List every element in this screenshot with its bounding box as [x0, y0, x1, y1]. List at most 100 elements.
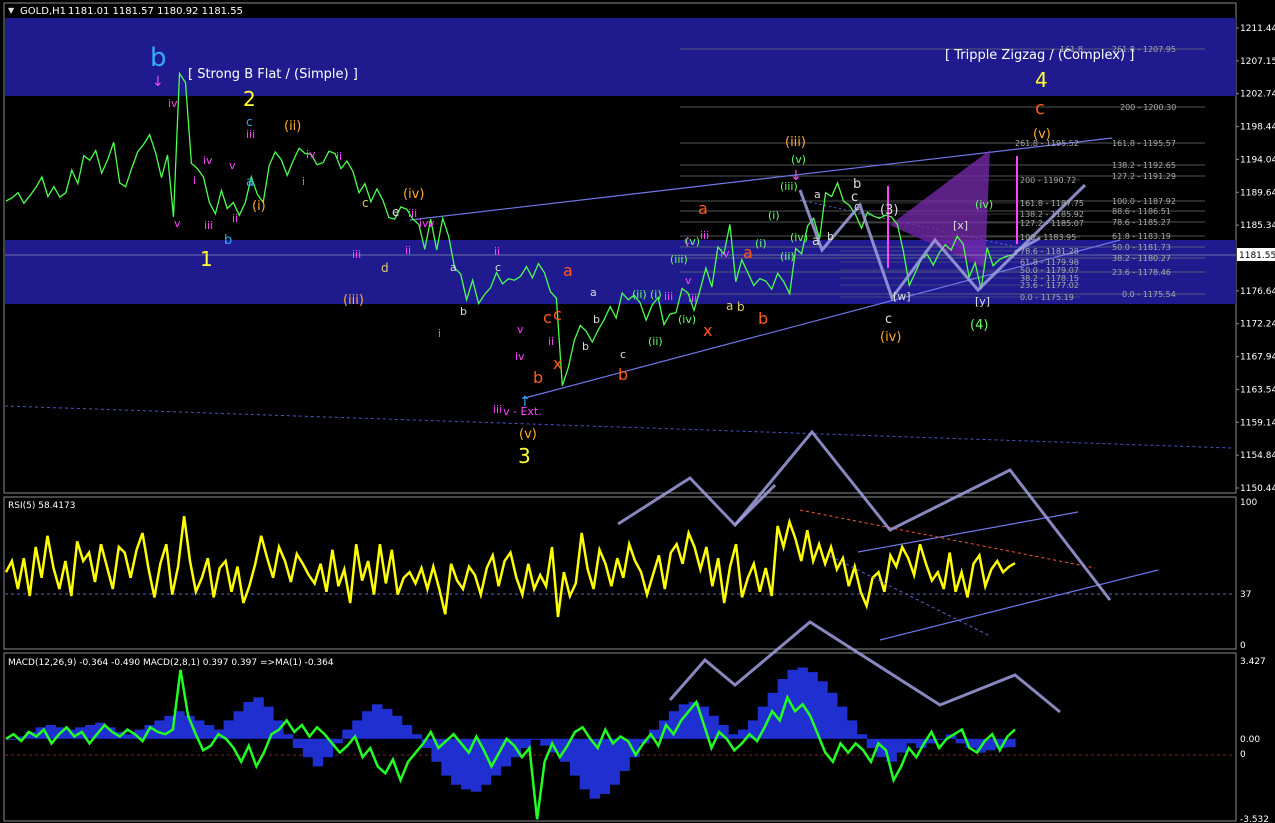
wave-label: (v): [791, 153, 806, 166]
price-tick-label: 1163.54: [1240, 385, 1275, 395]
b-arrow-icon: ↓: [152, 74, 164, 90]
dropdown-icon[interactable]: ▼: [8, 6, 15, 15]
fib-label: 200 - 1200.30: [1120, 103, 1176, 112]
rsi-channel: [799, 509, 1159, 641]
wave-label: c: [620, 348, 626, 361]
wave-label: (iv): [403, 187, 424, 202]
wave-label: ii: [336, 150, 342, 163]
macd-histogram-bar: [579, 738, 591, 790]
macd-label: MACD(12,26,9) -0.364 -0.490 MACD(2,8,1) …: [8, 658, 334, 668]
triple-zigzag-annotation: [ Tripple Zigzag / (Complex) ]: [945, 48, 1134, 63]
upper-channel-line: [409, 137, 1113, 221]
price-tick-label: 1154.84: [1240, 451, 1275, 461]
macd-histogram-bar: [381, 708, 393, 739]
price-tick-label: 1189.64: [1240, 188, 1275, 198]
wave-label: c: [543, 308, 552, 327]
wave-label: a: [450, 261, 457, 274]
wave-label: [x]: [953, 219, 968, 232]
wave-label: (3): [880, 203, 898, 218]
macd-histogram-bar: [302, 738, 314, 758]
current-price-label: 1181.55: [1239, 251, 1275, 261]
wave-label: iv: [306, 148, 316, 161]
price-tick-label: 1159.14: [1240, 418, 1275, 428]
fib-label: 138.2 - 1192.65: [1112, 161, 1176, 170]
wave-label: x: [703, 321, 712, 340]
wave-label: (i): [252, 199, 266, 214]
wave-label: (iv): [880, 330, 901, 345]
price-tick-label: 1198.44: [1240, 123, 1275, 133]
macd-histogram-bar: [817, 681, 828, 739]
wave-label: iii: [664, 290, 673, 303]
wave-label: a: [726, 299, 733, 313]
macd-histogram-bar: [362, 711, 373, 739]
macd-histogram-bar: [203, 725, 215, 739]
wave-label: v: [428, 217, 435, 230]
rsi-line: [4, 516, 1016, 618]
fib-label: 200 - 1190.72: [1020, 176, 1076, 185]
fib-label: 138.2 - 1185.92: [1020, 210, 1084, 219]
macd-histogram-bar: [253, 697, 264, 739]
wave-label: v: [174, 217, 181, 230]
strong-b-flat-annotation: [ Strong B Flat / (Simple) ]: [188, 67, 358, 82]
wave-label: d: [381, 261, 389, 275]
fib-label: 161.8 - 1195.57: [1112, 139, 1176, 148]
wave-label: (iii): [785, 135, 806, 150]
chart-canvas: 1211.44 1207.15 1202.74 1198.44 1194.04 1189.…: [3, 2, 1275, 823]
wave-label: iii: [352, 248, 361, 261]
macd-histogram-bar: [836, 706, 848, 739]
scenario-path-rsi: [617, 429, 1112, 601]
wave-label: (ii): [284, 119, 301, 134]
fib-label: 88.6 - 1186.51: [1112, 207, 1171, 216]
fib-label: 50.0 - 1181.73: [1112, 243, 1171, 252]
macd-histogram-bar: [787, 669, 798, 739]
scenario-path-macd: [668, 620, 1061, 714]
fib-label: 100 - 1183.95: [1020, 233, 1076, 242]
wave-label: x: [553, 354, 562, 373]
wave-label: i: [438, 327, 441, 340]
macd-histogram-bar: [283, 734, 294, 739]
fib-label: 23.6 - 1178.46: [1112, 268, 1171, 277]
wave-label: e: [392, 205, 399, 219]
wave-label: iv: [203, 154, 213, 167]
wave-label: a: [590, 286, 597, 299]
wave-label: 1: [200, 247, 213, 271]
price-tick-label: 1211.44: [1240, 24, 1275, 34]
wave-label: iii: [688, 292, 697, 305]
rsi-tick-0: 0: [1240, 641, 1246, 651]
fib-label: 78.6 - 1181.28: [1020, 247, 1079, 256]
wave-label: b: [224, 233, 232, 248]
wave-label: (ii): [648, 335, 663, 348]
macd-histogram-bar: [401, 725, 413, 739]
wave-label: 4: [1035, 68, 1048, 92]
wave-label: c: [246, 115, 253, 129]
price-tick-label: 1185.34: [1240, 221, 1275, 231]
fib-label: 0.0 - 1175.19: [1020, 293, 1074, 302]
macd-histogram-bar: [312, 738, 324, 767]
macd-histogram-bar: [728, 734, 739, 739]
macd-histogram-bar: [233, 711, 244, 739]
wave-label: b: [827, 230, 834, 243]
macd-histogram-bar: [451, 738, 462, 785]
wave-label: (ii): [632, 288, 647, 301]
wave-label: ii: [405, 244, 411, 257]
wave-label: a: [814, 188, 821, 201]
price-tick-label: 1172.24: [1240, 320, 1275, 330]
wave-label: [y]: [975, 295, 990, 308]
wave-label: iii: [700, 229, 709, 242]
wave-label: iii: [204, 219, 213, 232]
wave-label: i: [193, 174, 196, 187]
wave-label: v: [229, 159, 236, 172]
wave-label: (ii): [780, 250, 795, 263]
fib-label: 161.8 - 1187.75: [1020, 199, 1084, 208]
dotted-trendline: [4, 405, 1233, 449]
iii-arrow-icon: ↓: [790, 168, 802, 184]
wave-label: a: [812, 234, 820, 249]
macd-histogram-bar: [955, 738, 967, 744]
price-tick-label: 1150.44: [1240, 484, 1275, 494]
macd-histogram-bar: [530, 738, 541, 740]
macd-tick-zero-2: 0: [1240, 750, 1246, 760]
macd-histogram-bar: [827, 692, 838, 739]
chart-ohlc: 1181.01 1181.57 1180.92 1181.55: [68, 6, 243, 17]
wave-label: (v): [519, 427, 537, 442]
fib-label: 100.0 - 1187.92: [1112, 197, 1176, 206]
